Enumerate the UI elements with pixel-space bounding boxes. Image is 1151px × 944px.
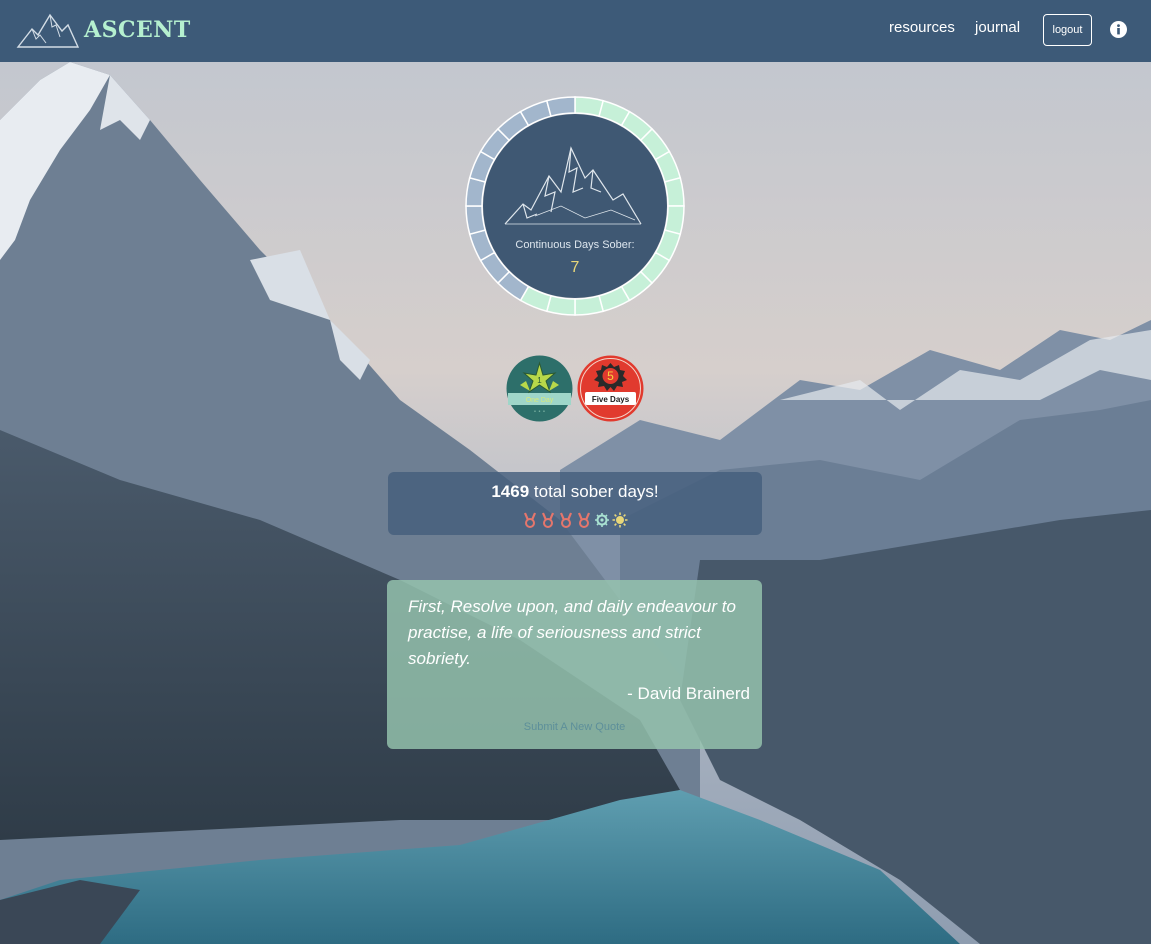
ring-segment — [663, 176, 685, 207]
badge-number: 1 — [537, 376, 542, 385]
ring-segment — [574, 96, 605, 118]
nav-journal-link[interactable]: journal — [975, 19, 1020, 36]
submit-quote-link[interactable]: Submit A New Quote — [387, 721, 762, 733]
badge-number: 5 — [607, 369, 614, 383]
ring-segment — [465, 176, 487, 207]
one-day-badge[interactable]: 1 One Day • • • — [506, 355, 573, 422]
medal-icon — [541, 512, 555, 528]
five-days-badge[interactable]: 5 Five Days — [577, 355, 644, 422]
nav-resources-link[interactable]: resources — [889, 19, 955, 36]
continuous-days-label: Continuous Days Sober: — [515, 239, 635, 251]
svg-text:• • •: • • • — [533, 409, 545, 415]
ring-segment — [465, 205, 487, 236]
ring-segment — [663, 205, 685, 236]
medal-icon — [523, 512, 537, 528]
ring-segments — [465, 96, 685, 316]
info-icon[interactable] — [1110, 21, 1127, 38]
sun-icon — [612, 512, 628, 528]
medal-icon — [577, 512, 591, 528]
badge-label: Five Days — [592, 395, 630, 404]
badge-label: One Day — [526, 397, 554, 404]
total-sober-count: 1469 — [491, 482, 530, 501]
ring-segment — [574, 294, 605, 316]
logout-button[interactable]: logout — [1043, 14, 1092, 46]
quote-author: - David Brainerd — [627, 684, 750, 703]
ring-segment — [545, 96, 576, 118]
quote-text: First, Resolve upon, and daily endeavour… — [408, 597, 736, 668]
top-navbar: ASCENT resources journal logout — [0, 0, 1151, 62]
total-sober-card: 1469 total sober days! — [388, 472, 762, 535]
medal-icon — [559, 512, 573, 528]
total-sober-line: 1469 total sober days! — [388, 482, 762, 502]
mountain-logo-icon — [16, 13, 80, 48]
milestone-icons — [388, 512, 762, 528]
total-sober-suffix: total sober days! — [529, 482, 659, 501]
continuous-days-count: 7 — [570, 259, 580, 276]
brand[interactable]: ASCENT — [16, 8, 191, 52]
brand-name: ASCENT — [84, 17, 191, 43]
quote-card: First, Resolve upon, and daily endeavour… — [387, 580, 762, 749]
ring-segment — [545, 294, 576, 316]
gear-icon — [595, 513, 609, 527]
sober-progress-ring: Continuous Days Sober: 7 — [465, 96, 685, 316]
